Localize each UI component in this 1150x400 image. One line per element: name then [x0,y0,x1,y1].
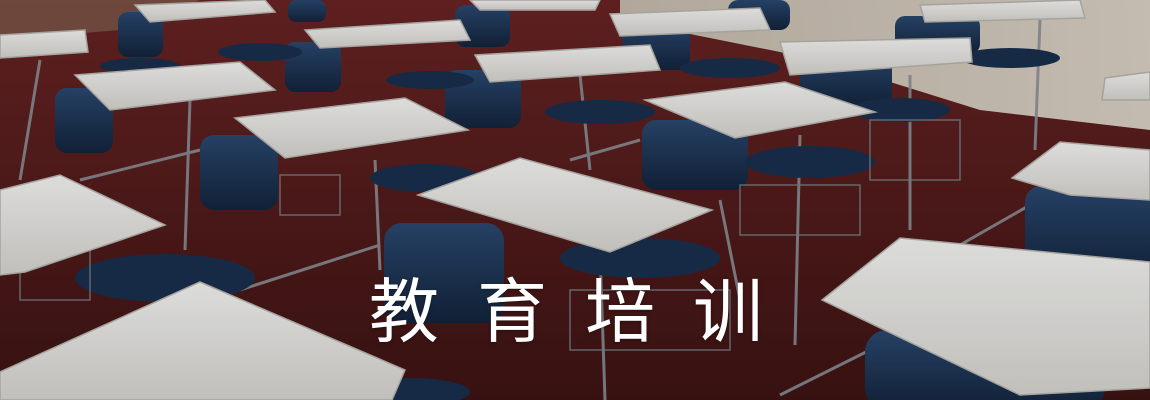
banner-caption: 教育培训 [369,271,801,353]
classroom-banner: 教育培训 [0,0,1150,400]
